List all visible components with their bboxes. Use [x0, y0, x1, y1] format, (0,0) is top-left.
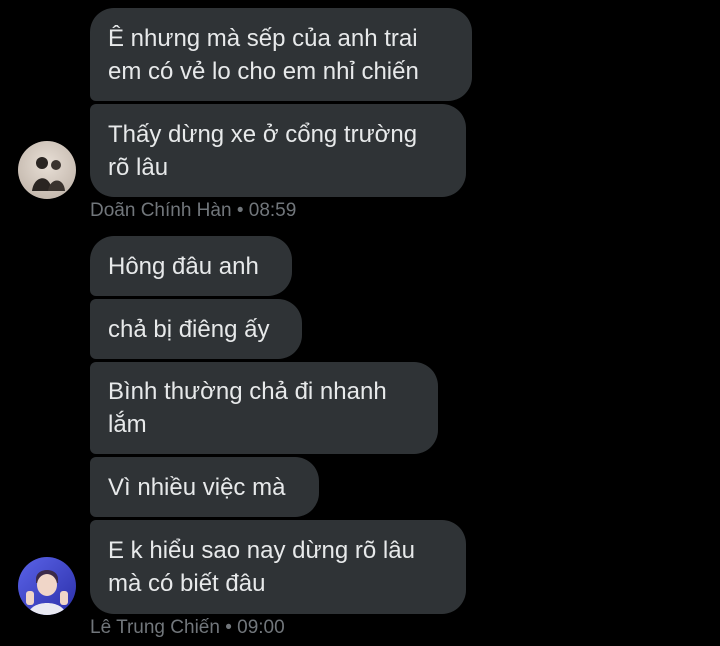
avatar-image — [18, 141, 76, 199]
message-bubble[interactable]: chả bị điêng ấy — [90, 299, 302, 359]
avatar-image — [18, 557, 76, 615]
meta-separator: • — [236, 200, 244, 221]
sender-meta: Lê Trung Chiến • 09:00 — [90, 617, 285, 639]
message-time: 08:59 — [248, 200, 297, 221]
message-bubble[interactable]: Ê nhưng mà sếp của anh trai em có vẻ lo … — [90, 8, 472, 101]
sender-avatar-doan-chinh-han[interactable] — [18, 141, 76, 199]
message-bubble[interactable]: Hông đâu anh — [90, 236, 292, 296]
sender-avatar-le-trung-chien[interactable] — [18, 557, 76, 615]
sender-name[interactable]: Doãn Chính Hàn — [90, 200, 232, 221]
message-bubble[interactable]: Bình thường chả đi nhanh lắm — [90, 362, 438, 454]
meta-separator: • — [225, 617, 232, 638]
message-time: 09:00 — [237, 617, 285, 638]
message-bubble[interactable]: Vì nhiều việc mà — [90, 457, 319, 517]
message-bubble[interactable]: E k hiểu sao nay dừng rõ lâu mà có biết … — [90, 520, 466, 614]
sender-meta: Doãn Chính Hàn • 08:59 — [90, 200, 296, 222]
sender-name[interactable]: Lê Trung Chiến — [90, 617, 220, 638]
message-bubble[interactable]: Thấy dừng xe ở cổng trường rõ lâu — [90, 104, 466, 197]
